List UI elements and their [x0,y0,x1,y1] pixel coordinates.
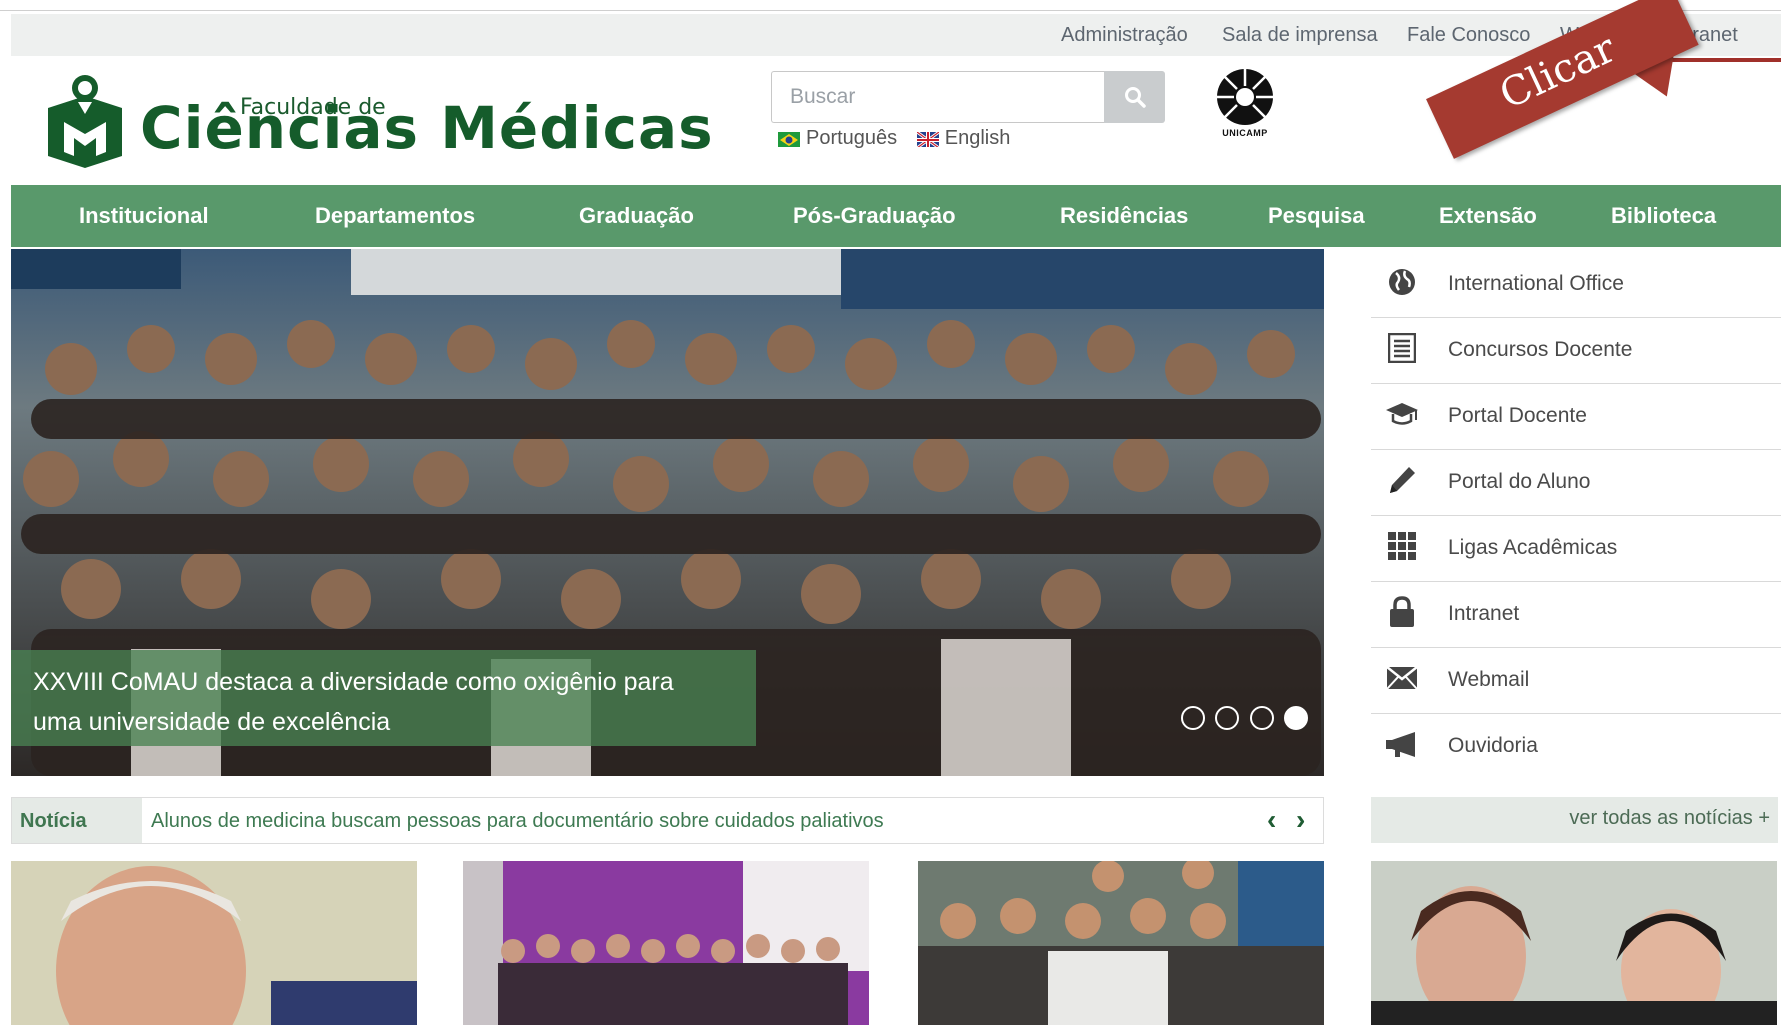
uk-flag-icon [916,130,939,147]
link-sala-de-imprensa[interactable]: Sala de imprensa [1222,24,1378,47]
lock-icon [1385,595,1419,629]
link-administracao[interactable]: Administração [1061,24,1188,47]
hero-caption[interactable]: XXVIII CoMAU destaca a diversidade como … [11,650,756,746]
fcm-emblem-icon [48,75,122,168]
nav-departamentos[interactable]: Departamentos [315,203,475,229]
all-news-link[interactable]: ver todas as notícias + [1371,797,1778,843]
sidebar-item-webmail[interactable]: Webmail [1371,648,1781,714]
search-button[interactable] [1104,71,1165,123]
quick-links-sidebar: International Office Concursos Docente P… [1371,252,1781,780]
pencil-icon [1385,463,1419,497]
nav-institucional[interactable]: Institucional [79,203,209,229]
news-thumbnail-photo [918,861,1324,1025]
news-thumbnail-2[interactable] [463,861,869,1025]
list-icon [1385,331,1419,365]
unicamp-logo[interactable]: UNICAMP [1206,66,1284,146]
news-headline-link[interactable]: Alunos de medicina buscam pessoas para d… [151,810,884,833]
sidebar-item-international-office[interactable]: International Office [1371,252,1781,318]
language-english-label: English [944,127,1011,149]
carousel-dot-3[interactable] [1249,706,1274,730]
sidebar-item-intranet[interactable]: Intranet [1371,582,1781,648]
sidebar-item-concursos-docente[interactable]: Concursos Docente [1371,318,1781,384]
news-thumbnail-1[interactable] [11,861,417,1025]
carousel-dot-1[interactable] [1181,706,1205,730]
news-thumbnail-4[interactable] [1371,861,1777,1025]
nav-extensao[interactable]: Extensão [1439,203,1537,229]
sidebar-item-ligas-academicas[interactable]: Ligas Acadêmicas [1371,516,1781,582]
ticker-next-button[interactable]: › [1296,804,1305,836]
news-thumbnail-3[interactable] [918,861,1324,1025]
nav-graduacao[interactable]: Graduação [579,203,694,229]
sidebar-item-label: Intranet [1448,602,1520,625]
search-box [771,71,1165,123]
hero-caption-line1: XXVIII CoMAU destaca a diversidade como … [33,668,674,696]
nav-residencias[interactable]: Residências [1060,203,1188,229]
nav-pesquisa[interactable]: Pesquisa [1268,203,1365,229]
search-icon [1124,87,1146,108]
megaphone-icon [1385,727,1419,761]
sidebar-item-ouvidoria[interactable]: Ouvidoria [1371,714,1781,780]
hero-caption-line2: uma universidade de excelência [33,708,391,736]
brazil-flag-icon [778,131,800,147]
utility-bar: Administração Sala de imprensa Fale Cono… [11,14,1781,56]
grid-icon [1385,529,1419,563]
nav-pos-graduacao[interactable]: Pós-Graduação [793,203,956,229]
language-portugues-label: Português [806,127,898,149]
news-thumbnail-photo [463,861,869,1025]
sidebar-item-label: Portal do Aluno [1448,470,1591,493]
envelope-icon [1385,661,1419,695]
unicamp-emblem-icon [1217,69,1273,125]
window-top-edge [0,0,1781,11]
sidebar-item-portal-docente[interactable]: Portal Docente [1371,384,1781,450]
language-english[interactable]: English [916,127,1011,150]
sidebar-item-label: Ouvidoria [1448,734,1538,757]
language-portugues[interactable]: Português [778,127,897,150]
search-input[interactable] [771,71,1105,123]
carousel-dot-4[interactable] [1284,706,1309,730]
carousel-indicators [1181,706,1314,732]
link-fale-conosco[interactable]: Fale Conosco [1407,24,1530,47]
ticker-prev-button[interactable]: ‹ [1267,804,1276,836]
news-tag: Notícia [12,798,142,843]
graduation-cap-icon [1385,397,1419,431]
sidebar-item-label: International Office [1448,272,1624,295]
hero-carousel[interactable]: XXVIII CoMAU destaca a diversidade como … [11,249,1324,776]
logo-ciencias-medicas: Ciências Médicas [140,94,714,162]
news-ticker: Notícia Alunos de medicina buscam pessoa… [11,797,1324,844]
language-switcher: Português English [778,127,1024,153]
main-navigation: Institucional Departamentos Graduação Pó… [11,185,1781,247]
sidebar-item-portal-do-aluno[interactable]: Portal do Aluno [1371,450,1781,516]
sidebar-item-label: Webmail [1448,668,1530,691]
sidebar-item-label: Portal Docente [1448,404,1587,427]
nav-biblioteca[interactable]: Biblioteca [1611,203,1716,229]
fcm-logo[interactable]: Faculdade de Ciências Médicas [40,72,713,172]
carousel-dot-2[interactable] [1215,706,1240,730]
sidebar-item-label: Concursos Docente [1448,338,1633,361]
unicamp-label: UNICAMP [1222,128,1268,138]
sidebar-item-label: Ligas Acadêmicas [1448,536,1618,559]
news-thumbnail-photo [1371,861,1777,1025]
globe-icon [1385,265,1419,299]
news-thumbnail-photo [11,861,417,1025]
